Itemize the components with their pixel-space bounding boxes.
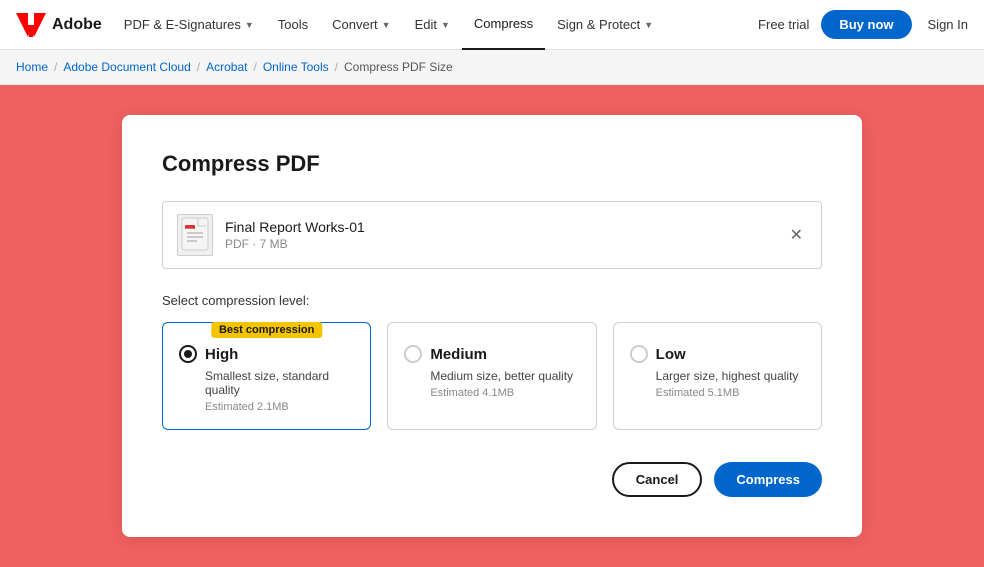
nav-item-tools[interactable]: Tools — [266, 0, 320, 50]
buy-now-button[interactable]: Buy now — [821, 10, 911, 39]
breadcrumb-home[interactable]: Home — [16, 60, 48, 74]
chevron-down-icon: ▼ — [382, 20, 391, 30]
compress-button[interactable]: Compress — [714, 462, 822, 497]
radio-medium[interactable] — [404, 345, 422, 363]
file-info: Final Report Works-01 PDF · 7 MB — [225, 219, 774, 251]
radio-high[interactable] — [179, 345, 197, 363]
file-close-button[interactable]: ✕ — [786, 221, 807, 249]
option-low-desc: Larger size, highest quality — [656, 369, 805, 383]
option-low-title: Low — [656, 346, 686, 363]
cancel-button[interactable]: Cancel — [612, 462, 703, 497]
chevron-down-icon: ▼ — [644, 20, 653, 30]
nav-item-compress[interactable]: Compress — [462, 0, 545, 50]
nav-item-sign-protect[interactable]: Sign & Protect ▼ — [545, 0, 665, 50]
svg-text:PDF: PDF — [186, 228, 194, 232]
main-background: Compress PDF PDF Final Report — [0, 85, 984, 567]
nav-item-pdf-esignatures[interactable]: PDF & E-Signatures ▼ — [112, 0, 266, 50]
file-icon: PDF — [177, 214, 213, 256]
compress-card: Compress PDF PDF Final Report — [122, 115, 862, 537]
option-medium-title: Medium — [430, 346, 487, 363]
breadcrumb-online-tools[interactable]: Online Tools — [263, 60, 329, 74]
breadcrumb-sep-1: / — [54, 60, 57, 74]
breadcrumb-sep-4: / — [335, 60, 338, 74]
option-low-header: Low — [630, 345, 805, 363]
option-high-est: Estimated 2.1MB — [205, 401, 354, 413]
adobe-brand-text: Adobe — [52, 16, 102, 34]
nav-item-convert[interactable]: Convert ▼ — [320, 0, 402, 50]
breadcrumb-sep-3: / — [253, 60, 256, 74]
radio-low[interactable] — [630, 345, 648, 363]
compression-label: Select compression level: — [162, 293, 822, 308]
chevron-down-icon: ▼ — [441, 20, 450, 30]
breadcrumb-document-cloud[interactable]: Adobe Document Cloud — [63, 60, 190, 74]
breadcrumb-current: Compress PDF Size — [344, 60, 453, 74]
breadcrumb-acrobat[interactable]: Acrobat — [206, 60, 247, 74]
option-high-desc: Smallest size, standard quality — [205, 369, 354, 397]
file-meta: PDF · 7 MB — [225, 237, 774, 251]
option-medium-est: Estimated 4.1MB — [430, 387, 579, 399]
option-high-header: High — [179, 345, 354, 363]
breadcrumb: Home / Adobe Document Cloud / Acrobat / … — [0, 50, 984, 85]
top-nav: Adobe PDF & E-Signatures ▼ Tools Convert… — [0, 0, 984, 50]
option-medium-desc: Medium size, better quality — [430, 369, 579, 383]
adobe-logo[interactable]: Adobe — [16, 13, 102, 37]
chevron-down-icon: ▼ — [245, 20, 254, 30]
options-row: Best compression High Smallest size, sta… — [162, 322, 822, 430]
option-high[interactable]: Best compression High Smallest size, sta… — [162, 322, 371, 430]
option-low-est: Estimated 5.1MB — [656, 387, 805, 399]
option-low[interactable]: Low Larger size, highest quality Estimat… — [613, 322, 822, 430]
sign-in-link[interactable]: Sign In — [928, 17, 968, 32]
free-trial-link[interactable]: Free trial — [746, 17, 821, 32]
card-footer: Cancel Compress — [162, 462, 822, 497]
file-icon-inner: PDF — [181, 217, 209, 254]
breadcrumb-sep-2: / — [197, 60, 200, 74]
nav-item-edit[interactable]: Edit ▼ — [403, 0, 462, 50]
option-medium[interactable]: Medium Medium size, better quality Estim… — [387, 322, 596, 430]
best-badge: Best compression — [211, 322, 322, 338]
card-title: Compress PDF — [162, 151, 822, 177]
file-name: Final Report Works-01 — [225, 219, 774, 235]
option-medium-header: Medium — [404, 345, 579, 363]
option-high-title: High — [205, 346, 238, 363]
file-row: PDF Final Report Works-01 PDF · 7 MB ✕ — [162, 201, 822, 269]
